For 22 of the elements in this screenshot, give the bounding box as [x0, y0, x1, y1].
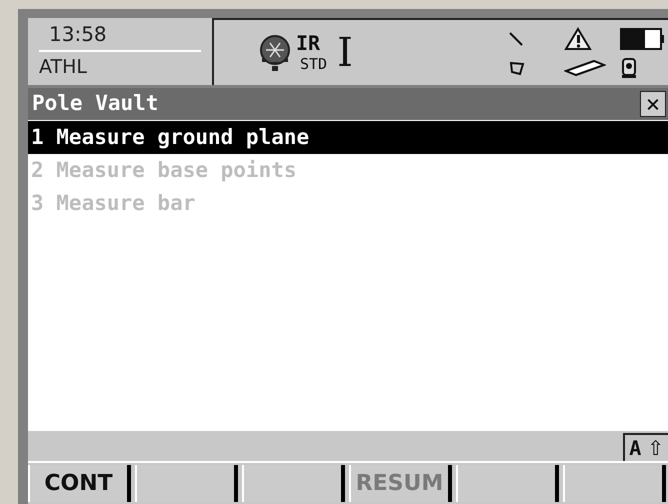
shift-indicator: ⇧ [647, 435, 664, 462]
softkey-button[interactable] [242, 465, 345, 502]
instrument-icon [620, 56, 638, 78]
measure-mode: IR [296, 32, 322, 54]
battery-icon [620, 26, 664, 50]
close-button[interactable]: × [640, 91, 666, 117]
job-code: ATHL [39, 55, 88, 80]
menu-item[interactable]: 1 Measure ground plane [28, 121, 668, 154]
polygon-icon [508, 60, 526, 76]
warning-icon [564, 26, 592, 50]
prism-icon [258, 34, 292, 72]
window-title: Pole Vault [32, 90, 158, 118]
memory-card-icon [564, 58, 606, 76]
clock-time: 13:58 [48, 21, 108, 48]
measure-submode: STD [300, 54, 328, 74]
input-mode-letter: A [629, 435, 642, 462]
face-indicator: I [337, 32, 353, 72]
softkey-button[interactable] [135, 465, 238, 502]
softkey-button[interactable] [456, 465, 559, 502]
softkey-button[interactable]: CONT [28, 465, 131, 502]
softkey-button[interactable] [563, 465, 666, 502]
line-icon [508, 30, 524, 46]
